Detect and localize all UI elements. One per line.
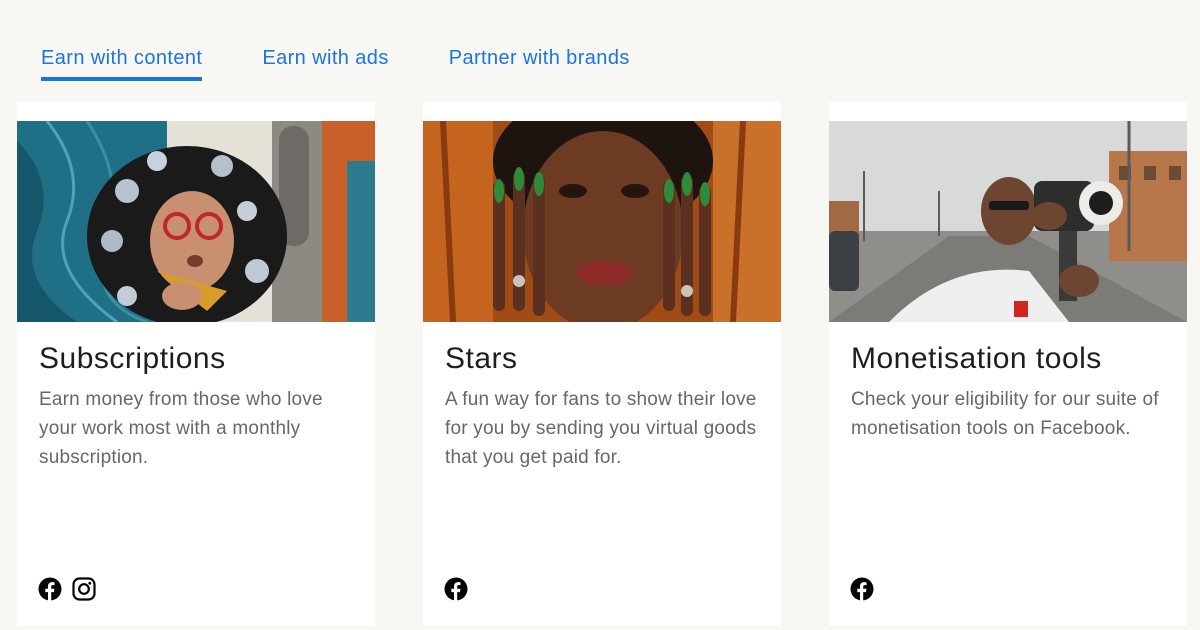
- facebook-icon[interactable]: [444, 577, 468, 601]
- card-description: Check your eligibility for our suite of …: [851, 389, 1159, 439]
- card-monetisation-tools[interactable]: Monetisation tools Check your eligibilit…: [829, 102, 1187, 626]
- tab-partner-with-brands[interactable]: Partner with brands: [449, 44, 630, 81]
- card-title: Stars: [445, 342, 518, 375]
- platform-icons: [444, 577, 468, 601]
- card-subscriptions[interactable]: Subscriptions Earn money from those who …: [17, 102, 375, 626]
- platform-icons: [850, 577, 874, 601]
- card-description: A fun way for fans to show their love fo…: [445, 389, 757, 468]
- instagram-icon[interactable]: [72, 577, 96, 601]
- tab-earn-with-content[interactable]: Earn with content: [41, 44, 203, 81]
- card-title: Subscriptions: [39, 342, 226, 375]
- platform-icons: [38, 577, 96, 601]
- tab-earn-with-ads[interactable]: Earn with ads: [262, 44, 388, 81]
- card-stars[interactable]: Stars A fun way for fans to show their l…: [423, 102, 781, 626]
- content-tabs: Earn with content Earn with ads Partner …: [41, 44, 630, 81]
- woman-with-decorated-nails-photo: [423, 121, 781, 322]
- card-title: Monetisation tools: [851, 342, 1102, 375]
- facebook-icon[interactable]: [38, 577, 62, 601]
- man-filming-with-camera-photo: [829, 121, 1187, 322]
- facebook-icon[interactable]: [850, 577, 874, 601]
- card-description: Earn money from those who love your work…: [39, 389, 323, 468]
- person-with-flower-wig-photo: [17, 121, 375, 322]
- card-list: Subscriptions Earn money from those who …: [17, 102, 1187, 626]
